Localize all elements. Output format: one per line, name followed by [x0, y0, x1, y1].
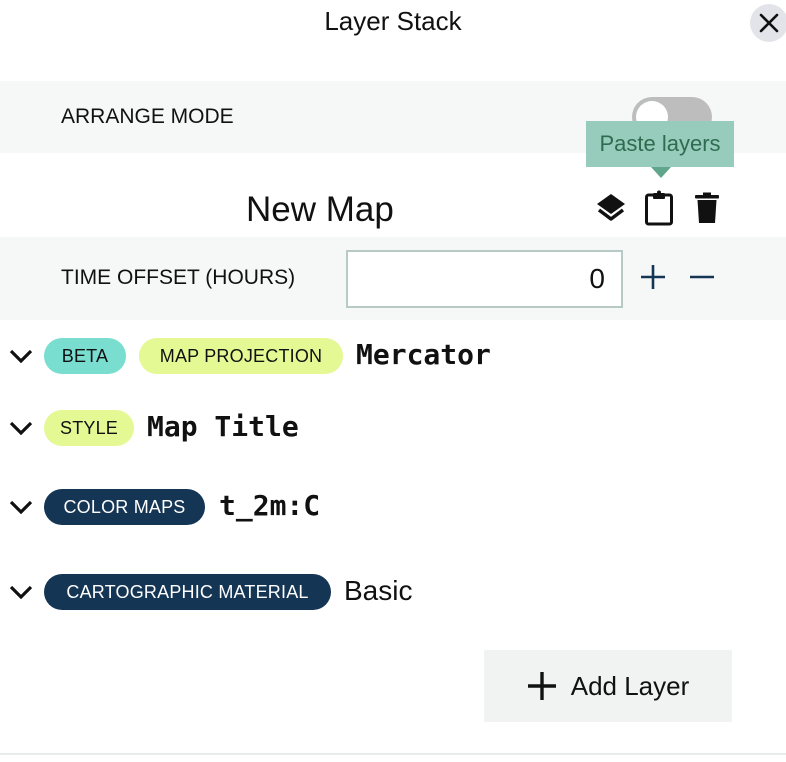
plus-icon: [527, 672, 556, 700]
decrement-button[interactable]: [686, 261, 718, 293]
chevron-down-icon: [9, 585, 33, 599]
add-layer-label: Add Layer: [570, 670, 690, 701]
layer-item: STYLE Map Title: [0, 408, 786, 448]
time-offset-label: TIME OFFSET (HOURS): [61, 266, 296, 289]
chevron-down-icon: [9, 349, 33, 363]
layer-name[interactable]: Basic: [344, 575, 412, 607]
layer-item: COLOR MAPS t_2m:C: [0, 487, 786, 527]
layer-name[interactable]: t_2m:C: [219, 489, 320, 522]
close-icon: [759, 13, 779, 33]
category-badge: MAP PROJECTION: [139, 338, 343, 374]
trash-icon: [695, 192, 719, 223]
arrange-mode-label: ARRANGE MODE: [61, 105, 234, 128]
expand-button[interactable]: [8, 582, 34, 602]
paste-layers-button[interactable]: [642, 190, 676, 226]
bottom-divider: [0, 753, 786, 755]
chevron-down-icon: [9, 421, 33, 435]
increment-button[interactable]: [637, 261, 669, 293]
category-badge: COLOR MAPS: [44, 489, 205, 525]
close-button[interactable]: [750, 4, 786, 42]
time-offset-row: TIME OFFSET (HOURS): [0, 237, 786, 320]
category-badge: CARTOGRAPHIC MATERIAL: [44, 574, 331, 610]
category-badge: STYLE: [44, 410, 134, 446]
panel-header: Layer Stack: [0, 0, 786, 60]
layer-item: CARTOGRAPHIC MATERIAL Basic: [0, 572, 786, 612]
paste-layers-tooltip: Paste layers: [586, 121, 734, 167]
expand-button[interactable]: [8, 346, 34, 366]
expand-button[interactable]: [8, 497, 34, 517]
chevron-down-icon: [9, 500, 33, 514]
plus-icon: [641, 265, 665, 289]
beta-badge: BETA: [44, 338, 126, 374]
clipboard-icon: [645, 190, 673, 226]
minus-icon: [690, 275, 714, 279]
layers-button[interactable]: [594, 190, 628, 226]
tooltip-arrow: [651, 167, 671, 178]
delete-map-button[interactable]: [690, 190, 724, 226]
layers-icon: [597, 194, 625, 221]
add-layer-button[interactable]: Add Layer: [484, 650, 732, 722]
time-offset-input[interactable]: [346, 250, 623, 308]
layer-name[interactable]: Mercator: [356, 338, 491, 371]
layer-item: BETA MAP PROJECTION Mercator: [0, 336, 786, 376]
expand-button[interactable]: [8, 418, 34, 438]
map-title: New Map: [246, 190, 394, 229]
layer-name[interactable]: Map Title: [147, 410, 299, 443]
map-actions: [594, 190, 724, 226]
panel-title: Layer Stack: [324, 6, 462, 36]
